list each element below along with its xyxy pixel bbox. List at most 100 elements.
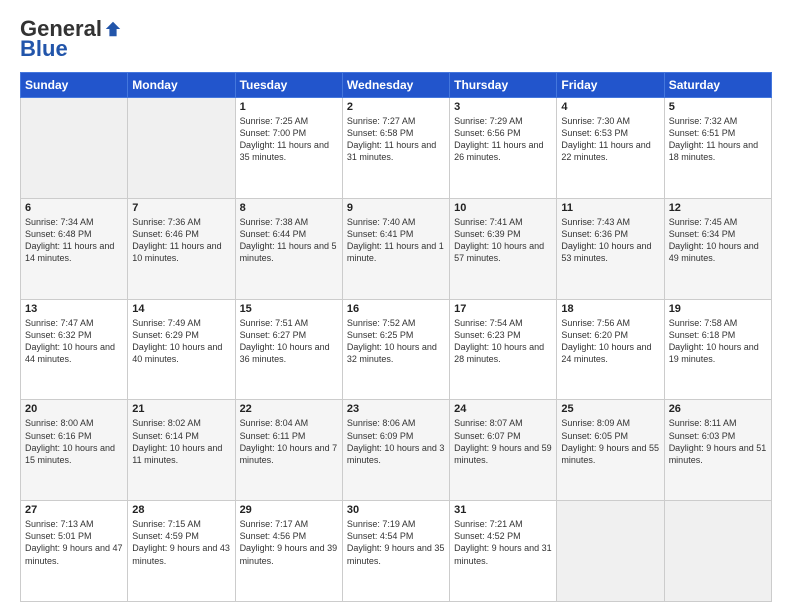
calendar-cell <box>21 98 128 199</box>
day-number: 17 <box>454 303 552 315</box>
calendar-cell: 5Sunrise: 7:32 AM Sunset: 6:51 PM Daylig… <box>664 98 771 199</box>
day-info: Sunrise: 8:11 AM Sunset: 6:03 PM Dayligh… <box>669 417 767 466</box>
calendar-cell: 16Sunrise: 7:52 AM Sunset: 6:25 PM Dayli… <box>342 299 449 400</box>
day-number: 21 <box>132 403 230 415</box>
calendar-cell: 1Sunrise: 7:25 AM Sunset: 7:00 PM Daylig… <box>235 98 342 199</box>
day-number: 27 <box>25 504 123 516</box>
calendar-cell: 9 Sunrise: 7:40 AM Sunset: 6:41 PM Daylig… <box>342 198 449 299</box>
day-number: 20 <box>25 403 123 415</box>
day-info: Sunrise: 7:29 AM Sunset: 6:56 PM Dayligh… <box>454 115 552 164</box>
day-number: 23 <box>347 403 445 415</box>
day-info: Sunrise: 8:06 AM Sunset: 6:09 PM Dayligh… <box>347 417 445 466</box>
calendar-cell: 28Sunrise: 7:15 AM Sunset: 4:59 PM Dayli… <box>128 501 235 602</box>
logo-blue: Blue <box>20 36 68 62</box>
day-number: 24 <box>454 403 552 415</box>
calendar-cell: 22 Sunrise: 8:04 AM Sunset: 6:11 PM Dayli… <box>235 400 342 501</box>
day-number: 13 <box>25 303 123 315</box>
day-number: 31 <box>454 504 552 516</box>
day-info: Sunrise: 7:52 AM Sunset: 6:25 PM Dayligh… <box>347 317 445 366</box>
calendar-cell <box>557 501 664 602</box>
day-number: 29 <box>240 504 338 516</box>
day-info: Sunrise: 7:49 AM Sunset: 6:29 PM Dayligh… <box>132 317 230 366</box>
day-info: Sunrise: 7:30 AM Sunset: 6:53 PM Dayligh… <box>561 115 659 164</box>
day-info: Sunrise: 8:02 AM Sunset: 6:14 PM Dayligh… <box>132 417 230 466</box>
day-info: Sunrise: 8:09 AM Sunset: 6:05 PM Dayligh… <box>561 417 659 466</box>
weekday-header-monday: Monday <box>128 73 235 98</box>
calendar-cell: 26 Sunrise: 8:11 AM Sunset: 6:03 PM Dayli… <box>664 400 771 501</box>
day-number: 5 <box>669 101 767 113</box>
day-number: 22 <box>240 403 338 415</box>
day-info: Sunrise: 7:38 AM Sunset: 6:44 PM Dayligh… <box>240 216 338 265</box>
calendar-cell: 30 Sunrise: 7:19 AM Sunset: 4:54 PM Dayli… <box>342 501 449 602</box>
weekday-header-saturday: Saturday <box>664 73 771 98</box>
calendar-cell: 2 Sunrise: 7:27 AM Sunset: 6:58 PM Daylig… <box>342 98 449 199</box>
logo: General Blue <box>20 18 122 62</box>
day-info: Sunrise: 7:25 AM Sunset: 7:00 PM Dayligh… <box>240 115 338 164</box>
day-info: Sunrise: 7:27 AM Sunset: 6:58 PM Dayligh… <box>347 115 445 164</box>
day-info: Sunrise: 7:51 AM Sunset: 6:27 PM Dayligh… <box>240 317 338 366</box>
calendar-cell: 18 Sunrise: 7:56 AM Sunset: 6:20 PM Dayli… <box>557 299 664 400</box>
calendar-cell <box>664 501 771 602</box>
calendar-cell: 11 Sunrise: 7:43 AM Sunset: 6:36 PM Dayli… <box>557 198 664 299</box>
day-number: 18 <box>561 303 659 315</box>
weekday-header-wednesday: Wednesday <box>342 73 449 98</box>
calendar-cell: 21 Sunrise: 8:02 AM Sunset: 6:14 PM Dayli… <box>128 400 235 501</box>
calendar-cell: 10 Sunrise: 7:41 AM Sunset: 6:39 PM Dayli… <box>450 198 557 299</box>
day-number: 2 <box>347 101 445 113</box>
day-info: Sunrise: 7:45 AM Sunset: 6:34 PM Dayligh… <box>669 216 767 265</box>
calendar-cell: 25 Sunrise: 8:09 AM Sunset: 6:05 PM Dayli… <box>557 400 664 501</box>
day-info: Sunrise: 7:47 AM Sunset: 6:32 PM Dayligh… <box>25 317 123 366</box>
day-info: Sunrise: 7:56 AM Sunset: 6:20 PM Dayligh… <box>561 317 659 366</box>
calendar-cell: 8Sunrise: 7:38 AM Sunset: 6:44 PM Daylig… <box>235 198 342 299</box>
calendar-cell: 6 Sunrise: 7:34 AM Sunset: 6:48 PM Daylig… <box>21 198 128 299</box>
day-number: 26 <box>669 403 767 415</box>
calendar-cell: 23 Sunrise: 8:06 AM Sunset: 6:09 PM Dayli… <box>342 400 449 501</box>
weekday-header-tuesday: Tuesday <box>235 73 342 98</box>
weekday-header-sunday: Sunday <box>21 73 128 98</box>
calendar-cell: 13 Sunrise: 7:47 AM Sunset: 6:32 PM Dayli… <box>21 299 128 400</box>
calendar-cell: 12 Sunrise: 7:45 AM Sunset: 6:34 PM Dayli… <box>664 198 771 299</box>
day-info: Sunrise: 7:34 AM Sunset: 6:48 PM Dayligh… <box>25 216 123 265</box>
day-number: 6 <box>25 202 123 214</box>
calendar-cell: 3 Sunrise: 7:29 AM Sunset: 6:56 PM Daylig… <box>450 98 557 199</box>
day-info: Sunrise: 7:41 AM Sunset: 6:39 PM Dayligh… <box>454 216 552 265</box>
day-number: 12 <box>669 202 767 214</box>
day-info: Sunrise: 8:00 AM Sunset: 6:16 PM Dayligh… <box>25 417 123 466</box>
calendar-cell: 14 Sunrise: 7:49 AM Sunset: 6:29 PM Dayli… <box>128 299 235 400</box>
day-number: 14 <box>132 303 230 315</box>
day-info: Sunrise: 7:21 AM Sunset: 4:52 PM Dayligh… <box>454 518 552 567</box>
page: General Blue SundayMondayTuesdayWednesda… <box>0 0 792 612</box>
weekday-header-friday: Friday <box>557 73 664 98</box>
day-number: 19 <box>669 303 767 315</box>
calendar-cell: 4 Sunrise: 7:30 AM Sunset: 6:53 PM Daylig… <box>557 98 664 199</box>
day-number: 3 <box>454 101 552 113</box>
day-number: 15 <box>240 303 338 315</box>
day-number: 25 <box>561 403 659 415</box>
calendar-cell <box>128 98 235 199</box>
day-info: Sunrise: 7:54 AM Sunset: 6:23 PM Dayligh… <box>454 317 552 366</box>
day-number: 4 <box>561 101 659 113</box>
day-info: Sunrise: 8:04 AM Sunset: 6:11 PM Dayligh… <box>240 417 338 466</box>
day-info: Sunrise: 7:40 AM Sunset: 6:41 PM Dayligh… <box>347 216 445 265</box>
calendar-cell: 31 Sunrise: 7:21 AM Sunset: 4:52 PM Dayli… <box>450 501 557 602</box>
calendar-cell: 27 Sunrise: 7:13 AM Sunset: 5:01 PM Dayli… <box>21 501 128 602</box>
calendar-cell: 7Sunrise: 7:36 AM Sunset: 6:46 PM Daylig… <box>128 198 235 299</box>
day-info: Sunrise: 7:15 AM Sunset: 4:59 PM Dayligh… <box>132 518 230 567</box>
calendar-cell: 24 Sunrise: 8:07 AM Sunset: 6:07 PM Dayli… <box>450 400 557 501</box>
header: General Blue <box>20 18 772 62</box>
day-number: 30 <box>347 504 445 516</box>
day-info: Sunrise: 7:13 AM Sunset: 5:01 PM Dayligh… <box>25 518 123 567</box>
calendar: SundayMondayTuesdayWednesdayThursdayFrid… <box>20 72 772 602</box>
calendar-cell: 20 Sunrise: 8:00 AM Sunset: 6:16 PM Dayli… <box>21 400 128 501</box>
logo-icon <box>104 20 122 38</box>
day-info: Sunrise: 7:19 AM Sunset: 4:54 PM Dayligh… <box>347 518 445 567</box>
calendar-cell: 17 Sunrise: 7:54 AM Sunset: 6:23 PM Dayli… <box>450 299 557 400</box>
day-number: 11 <box>561 202 659 214</box>
calendar-cell: 29Sunrise: 7:17 AM Sunset: 4:56 PM Dayli… <box>235 501 342 602</box>
day-info: Sunrise: 8:07 AM Sunset: 6:07 PM Dayligh… <box>454 417 552 466</box>
weekday-header-thursday: Thursday <box>450 73 557 98</box>
day-info: Sunrise: 7:43 AM Sunset: 6:36 PM Dayligh… <box>561 216 659 265</box>
day-number: 10 <box>454 202 552 214</box>
day-number: 9 <box>347 202 445 214</box>
calendar-cell: 19Sunrise: 7:58 AM Sunset: 6:18 PM Dayli… <box>664 299 771 400</box>
